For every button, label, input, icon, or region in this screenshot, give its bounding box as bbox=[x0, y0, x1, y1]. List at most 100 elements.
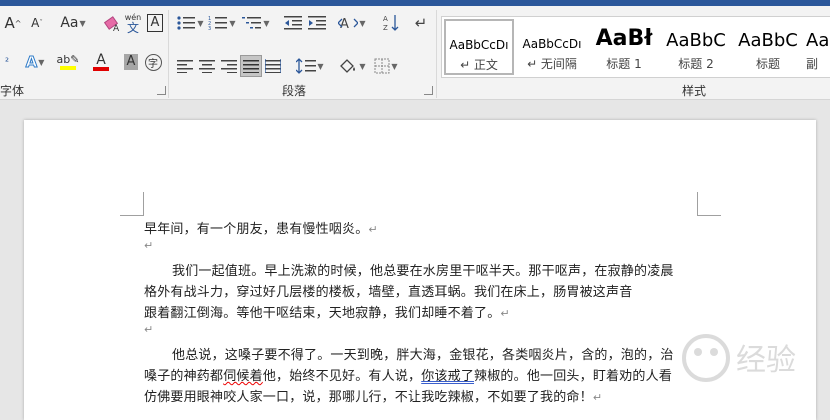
text-effects-icon: A bbox=[25, 53, 38, 72]
style-title-sample: AaBbC bbox=[738, 30, 798, 51]
doc-line-7: 他总说，这嗓子要不得了。一天到晚，胖大海，金银花，各类咽炎片，含的，泡的，治 bbox=[172, 348, 674, 363]
distributed-icon bbox=[265, 59, 281, 73]
change-case-button[interactable]: Aa ▼ bbox=[56, 12, 90, 34]
phonetic-guide-button[interactable]: wén 文 bbox=[122, 10, 144, 36]
borders-button[interactable]: ▼ bbox=[370, 55, 402, 77]
text-effects-button[interactable]: A ▼ bbox=[20, 51, 50, 73]
paragraph-mark-icon: ↵ bbox=[414, 14, 428, 32]
spelling-squiggle[interactable]: 伺候着 bbox=[223, 369, 263, 384]
multilevel-list-button[interactable]: ▼ bbox=[240, 12, 272, 34]
style-heading-2[interactable]: AaBbC 标题 2 bbox=[662, 19, 730, 75]
watermark-text: 经验 bbox=[736, 343, 796, 378]
doc-line-9: 仿佛要用眼神咬人家一口，说，那哪儿行，不让我吃辣椒，不如要了我的命！↵ bbox=[144, 390, 603, 405]
highlight-color-bar bbox=[60, 66, 76, 70]
line-spacing-icon bbox=[296, 58, 317, 74]
style-heading-1-sample: AaBł bbox=[595, 26, 653, 51]
shrink-font-button[interactable]: Aˇ bbox=[26, 12, 48, 34]
clear-formatting-button[interactable]: A bbox=[100, 12, 122, 34]
font-group-label: 字体 bbox=[0, 84, 25, 98]
style-heading-1-name: 标题 1 bbox=[606, 57, 642, 71]
chinese-layout-button[interactable]: A ▼ bbox=[336, 12, 368, 34]
multilevel-list-icon bbox=[242, 17, 262, 29]
highlight-button[interactable]: ab✎ bbox=[52, 51, 84, 73]
justify-icon bbox=[243, 60, 259, 73]
eraser-icon: A bbox=[103, 16, 120, 32]
style-subtitle-sample: AaB bbox=[806, 30, 830, 51]
font-color-button[interactable]: A bbox=[84, 51, 118, 73]
justify-button[interactable] bbox=[240, 55, 262, 77]
grammar-squiggle[interactable]: 你该戒了 bbox=[421, 369, 474, 384]
char-border-button[interactable]: A bbox=[145, 12, 165, 34]
style-title[interactable]: AaBbC 标题 bbox=[734, 19, 802, 75]
paint-bucket-icon bbox=[340, 59, 356, 73]
partial-left-icon: ² bbox=[4, 56, 9, 68]
paragraph-group-label: 段落 bbox=[282, 84, 307, 98]
crop-mark-top-right bbox=[697, 192, 721, 216]
crop-mark-top-left bbox=[120, 192, 144, 216]
doc-line-5: 跟着翻江倒海。等他干呕结束，天地寂静，我们却睡不着了。↵ bbox=[144, 306, 510, 321]
highlighter-icon: ab✎ bbox=[56, 53, 80, 66]
watermark: 经验 bbox=[682, 334, 796, 382]
doc-line-1: 早年间，有一个朋友，患有慢性咽炎。↵ bbox=[144, 222, 378, 237]
style-title-name: 标题 bbox=[755, 57, 780, 71]
phonetic-guide-char: 文 bbox=[126, 21, 139, 35]
doc-line-8: 嗓子的神药都伺候着他，始终不见好。有人说，你该戒了辣椒的。他一回头，盯着劝的人看 bbox=[144, 369, 673, 384]
doc-empty-line: ↵ bbox=[144, 323, 154, 336]
increase-indent-button[interactable] bbox=[306, 12, 328, 34]
char-border-icon: A bbox=[146, 14, 164, 32]
svg-text:Z: Z bbox=[383, 24, 388, 32]
align-center-icon bbox=[199, 60, 215, 73]
borders-icon bbox=[374, 58, 390, 74]
style-heading-1[interactable]: AaBł 标题 1 bbox=[590, 19, 658, 75]
style-normal-sample: AaBbCcDı bbox=[449, 38, 509, 52]
style-normal-name: ↵ 正文 bbox=[460, 58, 498, 72]
style-no-spacing[interactable]: AaBbCcDı ↵ 无间隔 bbox=[518, 19, 586, 75]
char-shading-button[interactable]: A bbox=[122, 51, 140, 73]
char-shading-icon: A bbox=[123, 54, 139, 70]
svg-text:A: A bbox=[383, 15, 388, 23]
shrink-font-icon: A bbox=[31, 16, 40, 30]
align-center-button[interactable] bbox=[196, 55, 218, 77]
grow-font-button[interactable]: A ^ bbox=[2, 12, 24, 34]
enclose-char-icon: 字 bbox=[144, 53, 162, 71]
style-normal[interactable]: AaBbCcDı ↵ 正文 bbox=[444, 19, 514, 75]
bullets-icon bbox=[177, 16, 196, 30]
show-marks-button[interactable]: ↵ bbox=[410, 12, 432, 34]
enclose-char-button[interactable]: 字 bbox=[143, 51, 163, 73]
sort-button[interactable]: A Z bbox=[380, 12, 402, 34]
group-separator bbox=[436, 10, 437, 98]
style-heading-2-name: 标题 2 bbox=[678, 57, 714, 71]
align-left-button[interactable] bbox=[174, 55, 196, 77]
increase-indent-icon bbox=[308, 16, 326, 30]
doc-line-3: 我们一起值班。早上洗漱的时候，他总要在水房里干呕半天。那干呕声，在寂静的凌晨 bbox=[172, 264, 674, 279]
change-case-icon: Aa bbox=[60, 15, 79, 31]
group-separator bbox=[168, 10, 169, 98]
style-no-spacing-name: ↵ 无间隔 bbox=[527, 57, 577, 71]
style-subtitle[interactable]: AaB 副 bbox=[806, 19, 830, 75]
style-no-spacing-sample: AaBbCcDı bbox=[522, 37, 582, 51]
chinese-layout-icon: A bbox=[338, 17, 359, 31]
svg-text:A: A bbox=[113, 24, 120, 32]
styles-group-label: 样式 bbox=[682, 84, 707, 98]
decrease-indent-button[interactable] bbox=[282, 12, 304, 34]
doc-line-4: 格外有战斗力，穿过好几层楼的楼板，墙壁，直透耳蜗。我们在床上，肠胃被这声音 bbox=[144, 285, 633, 300]
decrease-indent-icon bbox=[284, 16, 302, 30]
font-color-bar bbox=[93, 67, 109, 71]
align-right-icon bbox=[221, 60, 237, 73]
paragraph-dialog-launcher[interactable] bbox=[424, 86, 433, 95]
font-dialog-launcher[interactable] bbox=[157, 86, 166, 95]
style-heading-2-sample: AaBbC bbox=[666, 30, 726, 51]
bullets-button[interactable]: ▼ bbox=[174, 12, 206, 34]
styles-gallery: AaBbCcDı ↵ 正文 AaBbCcDı ↵ 无间隔 AaBł 标题 1 A… bbox=[441, 16, 830, 78]
numbering-icon: 1 2 3 bbox=[208, 16, 228, 31]
distributed-button[interactable] bbox=[262, 55, 284, 77]
shading-button[interactable]: ▼ bbox=[336, 55, 368, 77]
style-subtitle-name: 副 bbox=[806, 57, 819, 71]
numbering-button[interactable]: 1 2 3 ▼ bbox=[206, 12, 238, 34]
align-right-button[interactable] bbox=[218, 55, 240, 77]
line-spacing-button[interactable]: ▼ bbox=[294, 55, 326, 77]
align-left-icon bbox=[177, 60, 193, 73]
svg-text:3: 3 bbox=[208, 26, 211, 31]
grow-font-icon: A bbox=[4, 14, 15, 32]
ribbon: A ^ Aˇ Aa ▼ A wén 文 A ² A ▼ ab✎ A A 字 字体… bbox=[0, 6, 830, 100]
